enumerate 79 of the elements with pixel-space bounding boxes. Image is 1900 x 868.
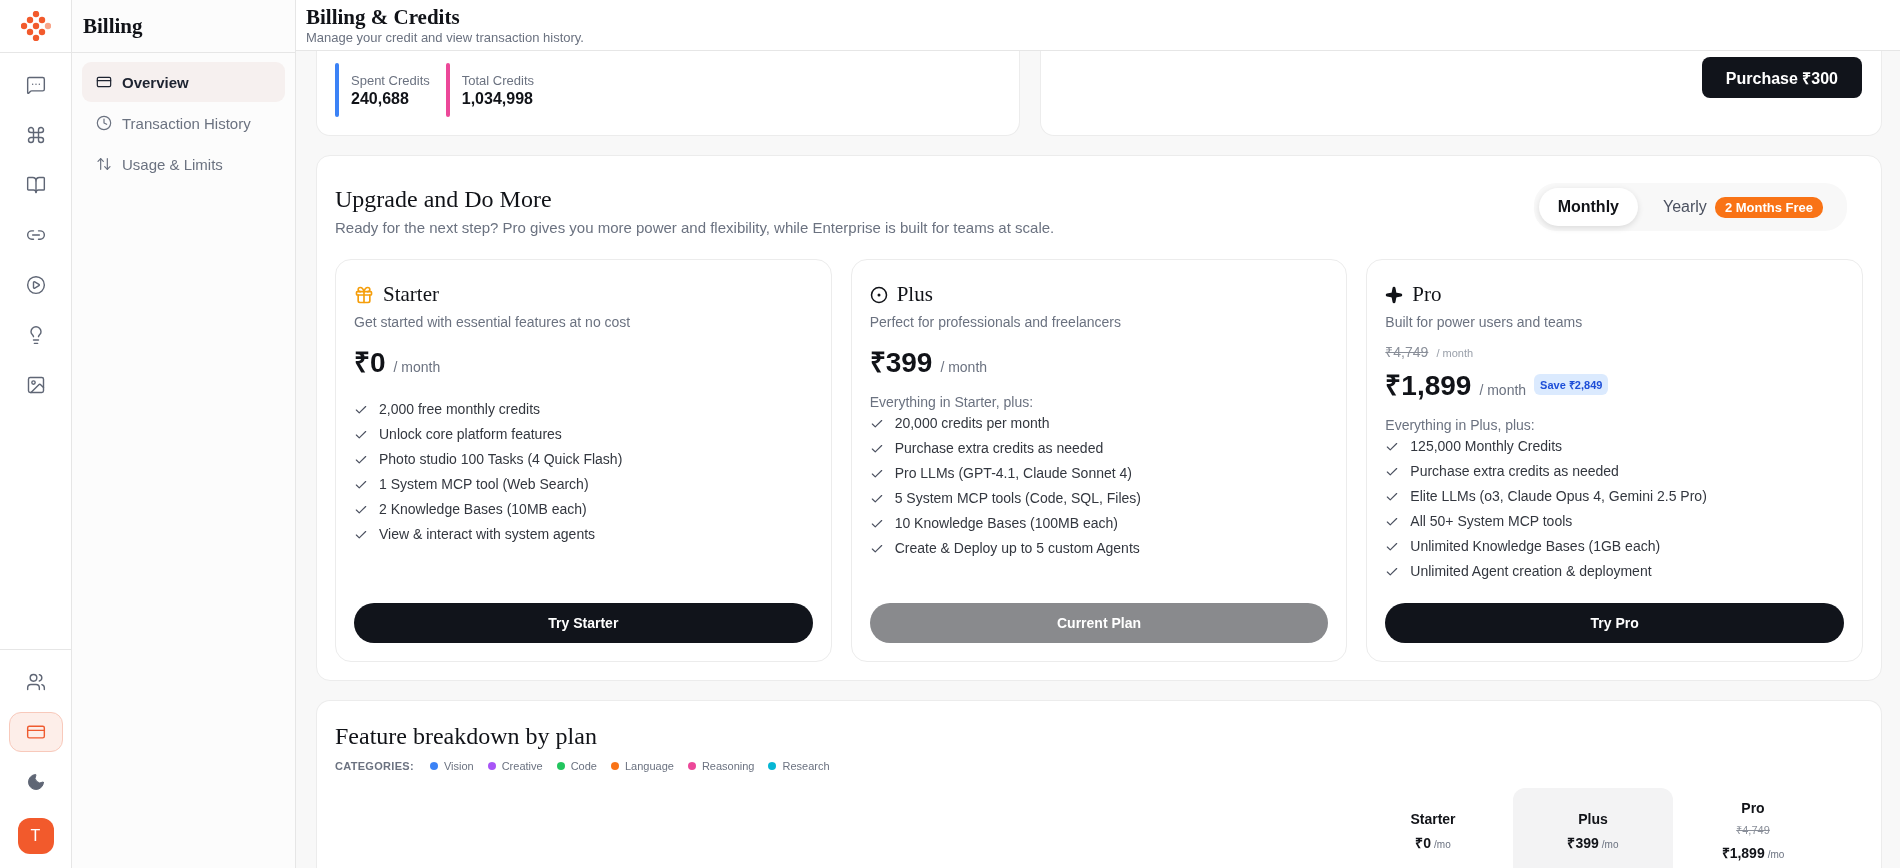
save-badge: Save ₹2,849 xyxy=(1534,373,1609,395)
feature-text: Unlock core platform features xyxy=(379,425,562,444)
plan-name: Starter xyxy=(383,282,439,307)
category-label: Vision xyxy=(443,760,474,772)
nav-item[interactable]: Transaction History xyxy=(82,103,285,143)
feature-text: Pro LLMs (GPT-4.1, Claude Sonnet 4) xyxy=(894,464,1132,483)
feature-text: 2,000 free monthly credits xyxy=(379,400,541,419)
nav-item[interactable]: Usage & Limits xyxy=(82,144,285,184)
feature-text: 5 System MCP tools (Code, SQL, Files) xyxy=(894,489,1142,508)
feature-text: 2 Knowledge Bases (10MB each) xyxy=(379,500,587,519)
feature-text: Elite LLMs (o3, Claude Opus 4, Gemini 2.5 Pro) xyxy=(1410,487,1707,506)
page-subtitle: Manage your credit and view transaction history. xyxy=(306,30,585,45)
feature-text: Create & Deploy up to 5 custom Agents xyxy=(894,539,1140,558)
feature-text: 20,000 credits per month xyxy=(894,414,1050,433)
plan-description: Perfect for professionals and freelancers xyxy=(869,314,1122,330)
period-tab[interactable]: Monthly xyxy=(1538,188,1638,226)
plan-description: Get started with essential features at no cost xyxy=(354,314,632,330)
panel-title: Upgrade and Do More xyxy=(335,186,553,213)
card-icon[interactable] xyxy=(8,712,63,752)
category-label: Creative xyxy=(501,760,543,772)
price-unit: /mo xyxy=(1767,849,1785,860)
plan-name: Pro xyxy=(1412,282,1442,307)
feature-text: 125,000 Monthly Credits xyxy=(1410,437,1563,456)
price-unit: /mo xyxy=(1601,838,1619,850)
panel-subtitle: Ready for the next step? Pro gives you more power and flexibility, while Enterprise is built for teams at scale. xyxy=(335,219,1055,236)
column-price: ₹399 xyxy=(1567,833,1599,852)
page-title: Billing & Credits xyxy=(306,4,461,30)
feature-text: Unlimited Agent creation & deployment xyxy=(1410,562,1652,581)
card-icon xyxy=(96,74,112,90)
price-unit: / month xyxy=(1479,382,1527,398)
panel-title: Feature breakdown by plan xyxy=(335,723,598,750)
stat-label: Total Credits xyxy=(461,72,534,88)
category-label: Code xyxy=(570,760,597,772)
plan-description: Built for power users and teams xyxy=(1385,314,1584,330)
plan-button[interactable]: Try Starter xyxy=(354,603,813,643)
feature-text: View & interact with system agents xyxy=(379,525,596,544)
feature-text: Photo studio 100 Tasks (4 Quick Flash) xyxy=(379,450,623,469)
period-tab[interactable]: Yearly 2 Months Free xyxy=(1644,188,1842,226)
sparkle-icon xyxy=(1385,285,1404,304)
old-price: ₹4,749 xyxy=(1385,343,1429,361)
gift-icon xyxy=(354,284,374,305)
features-intro: Everything in Starter, plus: xyxy=(869,394,1035,410)
column-plan-name: Plus xyxy=(1578,810,1608,827)
section-title: Billing xyxy=(72,0,295,53)
purchase-button[interactable]: Purchase ₹300 xyxy=(1701,57,1862,98)
column-plan-name: Pro xyxy=(1741,800,1765,816)
feature-text: 10 Knowledge Bases (100MB each) xyxy=(894,514,1118,533)
category-label: Research xyxy=(782,760,830,772)
features-intro: Everything in Plus, plus: xyxy=(1385,417,1536,433)
column-price: ₹0 xyxy=(1415,833,1432,852)
price-unit: / month xyxy=(1436,347,1474,359)
feature-text: Purchase extra credits as needed xyxy=(1410,462,1619,481)
sort-icon xyxy=(96,156,112,172)
old-price: ₹4,749 xyxy=(1736,823,1770,837)
column-price: ₹1,899 xyxy=(1721,844,1765,862)
logo-icon xyxy=(20,11,51,41)
stat-label: Spent Credits xyxy=(351,72,430,88)
plan-price: ₹399 xyxy=(869,346,933,380)
plan-price: ₹0 xyxy=(354,346,386,380)
plan-name: Plus xyxy=(896,282,933,307)
feature-text: Purchase extra credits as needed xyxy=(894,439,1104,458)
category-label: Reasoning xyxy=(701,760,755,772)
price-unit: / month xyxy=(393,359,441,375)
category-label: Language xyxy=(624,760,674,772)
nav-item[interactable]: Overview xyxy=(82,62,285,102)
circle-dot-icon xyxy=(869,285,888,304)
plan-button[interactable]: Try Pro xyxy=(1385,603,1844,643)
stat-value: 240,688 xyxy=(351,89,410,108)
price-unit: /mo xyxy=(1434,838,1451,850)
categories-label: CATEGORIES: xyxy=(335,760,414,772)
feature-text: All 50+ System MCP tools xyxy=(1410,512,1573,531)
feature-text: 1 System MCP tool (Web Search) xyxy=(379,475,589,494)
price-unit: / month xyxy=(940,359,988,375)
feature-text: Unlimited Knowledge Bases (1GB each) xyxy=(1410,537,1661,556)
column-plan-name: Starter xyxy=(1410,810,1456,827)
stat-value: 1,034,998 xyxy=(461,89,534,108)
plan-price: ₹1,899 xyxy=(1385,369,1472,403)
clock-icon xyxy=(96,115,112,131)
discount-badge: 2 Months Free xyxy=(1714,196,1823,218)
